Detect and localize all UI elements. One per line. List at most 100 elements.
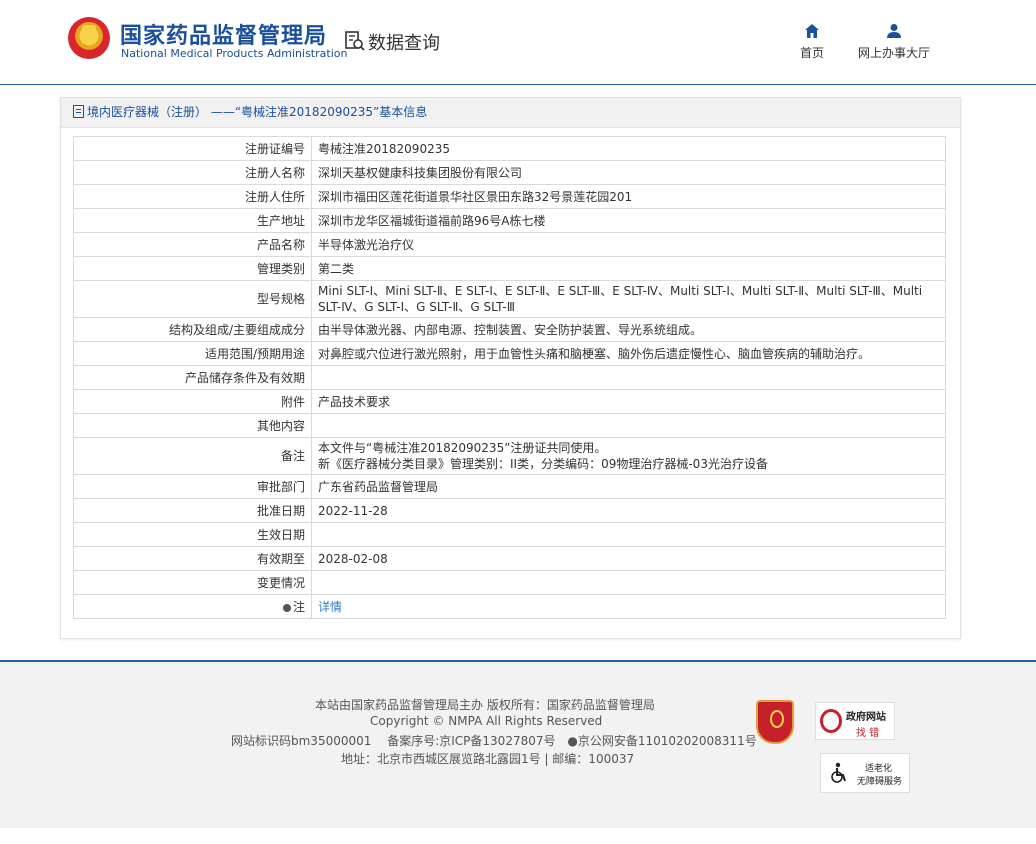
field-value: 本文件与“粤械注准20182090235”注册证共同使用。新《医疗器械分类目录》…: [311, 437, 946, 475]
field-value-text: 粤械注准20182090235: [318, 141, 450, 156]
field-label: 其他内容: [73, 413, 312, 438]
field-value: 深圳市福田区莲花街道景华社区景田东路32号景莲花园201: [311, 184, 946, 209]
badge-old-title: 适老化: [865, 764, 893, 774]
table-row: 型号规格 Mini SLT-Ⅰ、Mini SLT-Ⅱ、E SLT-Ⅰ、E SLT-…: [73, 280, 946, 318]
field-label-text: 有效期至: [256, 551, 305, 566]
site-footer: 本站由国家药品监督管理局主办 版权所有：国家药品监督管理局 Copyright …: [0, 660, 1036, 828]
accessibility-badge[interactable]: 适老化 无障碍服务: [820, 753, 910, 793]
party-gov-badge-icon[interactable]: [756, 700, 794, 744]
table-row: 产品储存条件及有效期: [73, 365, 946, 390]
org-name-en[interactable]: National Medical Products Administration: [121, 47, 347, 60]
gov-site-find-error-badge[interactable]: 政府网站 找 错: [815, 702, 895, 740]
field-label-text: 注: [292, 599, 305, 614]
field-label: 管理类别: [73, 256, 312, 281]
badge-old-sub: 无障碍服务: [857, 777, 903, 787]
panel-header: 境内医疗器械（注册） ——“粤械注准20182090235”基本信息: [61, 98, 960, 128]
field-value: 详情: [311, 594, 946, 619]
field-label-text: 型号规格: [256, 292, 305, 306]
page-title: 数据查询: [368, 33, 440, 54]
field-value-text: 产品技术要求: [318, 394, 391, 409]
field-label: 审批部门: [73, 474, 312, 499]
table-row: 适用范围/预期用途 对鼻腔或穴位进行激光照射，用于血管性头痛和脑梗塞、脑外伤后遗症…: [73, 341, 946, 366]
footer-icp[interactable]: 备案序号:京ICP备13027807号: [387, 734, 555, 748]
field-value-text: 2022-11-28: [318, 503, 388, 518]
table-row: 注册证编号 粤械注准20182090235: [73, 136, 946, 161]
police-badge-icon: ●: [567, 734, 578, 748]
field-label-text: 产品名称: [256, 237, 305, 252]
badge-gov-title: 政府网站: [846, 712, 886, 723]
field-label: 产品储存条件及有效期: [73, 365, 312, 390]
table-row: 生效日期: [73, 522, 946, 547]
field-value-text: 2028-02-08: [318, 551, 388, 566]
field-label: 注: [73, 594, 312, 619]
field-value-text: 新《医疗器械分类目录》管理类别：II类，分类编码：09物理治疗器械-03光治疗设…: [318, 457, 768, 471]
field-label: 生产地址: [73, 208, 312, 233]
field-value: 由半导体激光器、内部电源、控制装置、安全防护装置、导光系统组成。: [311, 317, 946, 342]
field-value: 半导体激光治疗仪: [311, 232, 946, 257]
field-label: 产品名称: [73, 232, 312, 257]
field-label: 备注: [73, 437, 312, 475]
field-value-text: 半导体激光治疗仪: [318, 237, 415, 252]
table-row: 产品名称 半导体激光治疗仪: [73, 232, 946, 257]
data-query-icon: [345, 31, 365, 51]
footer-site-id: 网站标识码bm35000001 备案序号:京ICP备13027807号 ●京公网…: [231, 732, 757, 749]
table-row: 附件 产品技术要求: [73, 389, 946, 414]
org-name-cn[interactable]: 国家药品监督管理局: [120, 18, 327, 50]
field-value-text: 深圳市龙华区福城街道福前路96号A栋七楼: [318, 213, 546, 228]
field-label-text: 结构及组成/主要组成成分: [168, 322, 305, 337]
site-header: 国家药品监督管理局 National Medical Products Admi…: [0, 0, 1036, 85]
badge-gov-sub: 找 错: [856, 728, 880, 739]
field-label-text: 变更情况: [256, 575, 305, 590]
field-label: 变更情况: [73, 570, 312, 595]
panel-title: 境内医疗器械（注册） ——“粤械注准20182090235”基本信息: [87, 105, 428, 119]
field-value: Mini SLT-Ⅰ、Mini SLT-Ⅱ、E SLT-Ⅰ、E SLT-Ⅱ、E …: [311, 280, 946, 318]
field-label-text: 生产地址: [256, 213, 305, 228]
field-label: 适用范围/预期用途: [73, 341, 312, 366]
nav-online-service-label: 网上办事大厅: [857, 46, 930, 60]
field-value-text: 深圳天基权健康科技集团股份有限公司: [318, 165, 523, 180]
table-row: 有效期至 2028-02-08: [73, 546, 946, 571]
footer-police-record[interactable]: 京公网安备11010202008311号: [578, 734, 757, 748]
field-value-text: 本文件与“粤械注准20182090235”注册证共同使用。: [318, 441, 607, 455]
footer-site-code: 网站标识码bm35000001: [231, 734, 372, 748]
field-value: [311, 522, 946, 547]
national-emblem-logo[interactable]: [68, 17, 110, 59]
field-value-text: 广东省药品监督管理局: [318, 479, 439, 494]
field-label: 注册证编号: [73, 136, 312, 161]
field-value: [311, 413, 946, 438]
find-error-icon: [820, 709, 842, 733]
nav-home[interactable]: 首页: [799, 22, 825, 61]
field-value: [311, 570, 946, 595]
field-value-text: 由半导体激光器、内部电源、控制装置、安全防护装置、导光系统组成。: [318, 322, 703, 337]
table-row: 生产地址 深圳市龙华区福城街道福前路96号A栋七楼: [73, 208, 946, 233]
field-value: 广东省药品监督管理局: [311, 474, 946, 499]
table-row: 备注 本文件与“粤械注准20182090235”注册证共同使用。新《医疗器械分类目…: [73, 437, 946, 475]
table-row: 其他内容: [73, 413, 946, 438]
field-label-text: 注册人住所: [244, 189, 305, 204]
field-label-text: 产品储存条件及有效期: [184, 370, 305, 385]
table-row: 变更情况: [73, 570, 946, 595]
table-row: 审批部门 广东省药品监督管理局: [73, 474, 946, 499]
field-value-text: 对鼻腔或穴位进行激光照射，用于血管性头痛和脑梗塞、脑外伤后遗症慢性心、脑血管疾病…: [318, 346, 871, 361]
field-label-text: 其他内容: [256, 418, 305, 433]
nav-online-service[interactable]: 网上办事大厅: [856, 22, 932, 61]
table-row: 注册人名称 深圳天基权健康科技集团股份有限公司: [73, 160, 946, 185]
details-link[interactable]: 详情: [318, 600, 342, 614]
table-row: 注详情: [73, 594, 946, 619]
field-label: 有效期至: [73, 546, 312, 571]
field-label: 型号规格: [73, 280, 312, 318]
footer-copyright: Copyright © NMPA All Rights Reserved: [370, 714, 603, 728]
field-label-text: 适用范围/预期用途: [204, 346, 305, 361]
home-icon: [805, 24, 819, 38]
field-value: 对鼻腔或穴位进行激光照射，用于血管性头痛和脑梗塞、脑外伤后遗症慢性心、脑血管疾病…: [311, 341, 946, 366]
field-value: [311, 365, 946, 390]
note-bulb-icon: [282, 603, 291, 612]
document-icon: [73, 105, 84, 118]
field-label-text: 审批部门: [256, 479, 305, 494]
field-label: 注册人住所: [73, 184, 312, 209]
field-value: 深圳市龙华区福城街道福前路96号A栋七楼: [311, 208, 946, 233]
table-row: 批准日期 2022-11-28: [73, 498, 946, 523]
field-label-text: 生效日期: [256, 527, 305, 542]
field-label-text: 注册证编号: [244, 141, 305, 156]
field-value: 产品技术要求: [311, 389, 946, 414]
